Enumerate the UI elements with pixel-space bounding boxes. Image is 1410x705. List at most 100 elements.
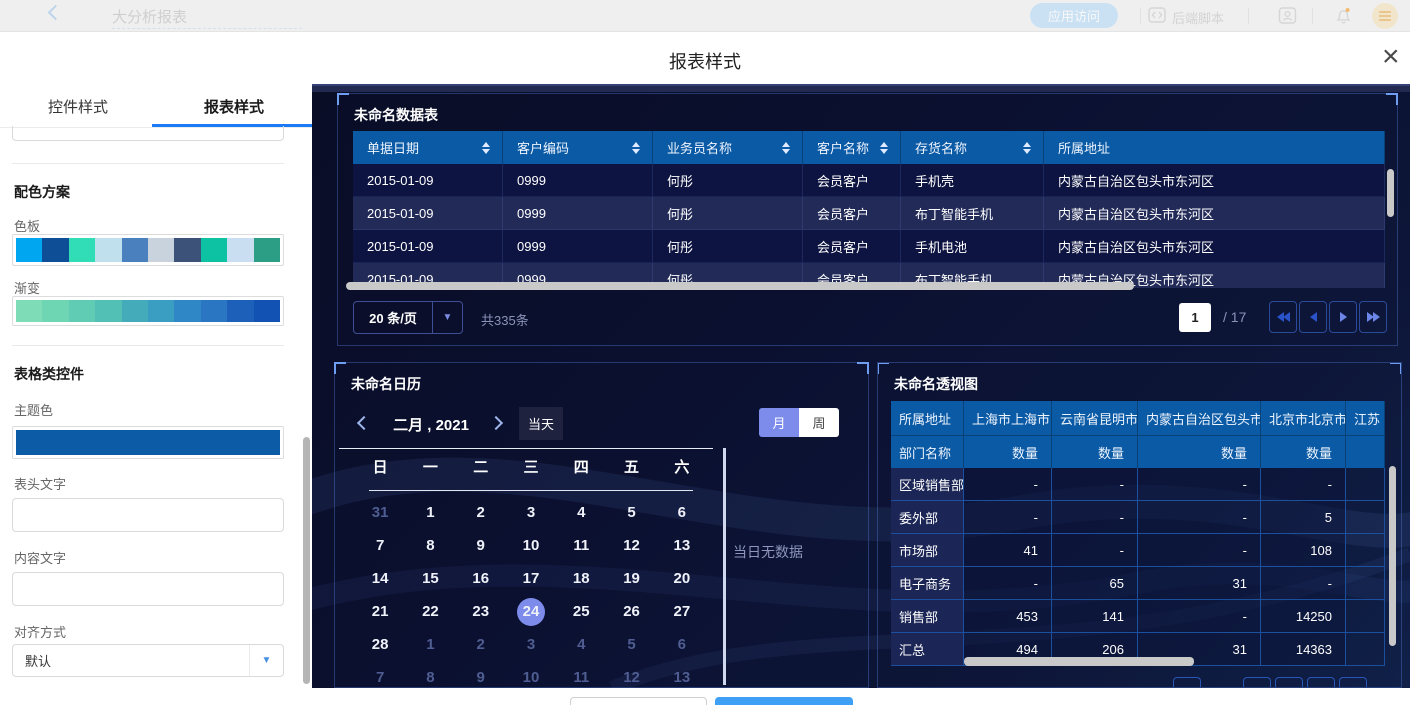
calendar-day[interactable]: 7 — [355, 661, 405, 688]
confirm-button[interactable] — [715, 697, 853, 705]
calendar-day[interactable]: 17 — [506, 562, 556, 595]
back-icon[interactable] — [48, 5, 64, 21]
calendar-day[interactable]: 11 — [556, 661, 606, 688]
avatar[interactable] — [1372, 3, 1398, 29]
backend-script-button[interactable]: 后端脚本 — [1172, 8, 1224, 27]
palette-color[interactable] — [95, 238, 121, 262]
palette-swatches[interactable] — [12, 234, 284, 266]
pivot-row[interactable]: 委外部---5 — [891, 501, 1385, 534]
last-page-button[interactable] — [1359, 301, 1387, 333]
calendar-day-selected[interactable]: 24 — [506, 595, 556, 628]
calendar-day[interactable]: 8 — [405, 529, 455, 562]
pivot-row[interactable]: 销售部453141-14250 — [891, 600, 1385, 633]
close-icon[interactable]: × — [1382, 42, 1400, 72]
calendar-day[interactable]: 8 — [405, 661, 455, 688]
cropped-input[interactable] — [12, 126, 284, 141]
calendar-day[interactable]: 12 — [606, 529, 656, 562]
calendar-day[interactable]: 25 — [556, 595, 606, 628]
palette-color[interactable] — [227, 238, 253, 262]
calendar-day[interactable]: 21 — [355, 595, 405, 628]
column-header[interactable]: 单据日期 — [353, 131, 503, 164]
column-header[interactable]: 客户编码 — [503, 131, 653, 164]
palette-color[interactable] — [42, 238, 68, 262]
calendar-day[interactable]: 1 — [405, 628, 455, 661]
calendar-day[interactable]: 10 — [506, 661, 556, 688]
vertical-scrollbar[interactable] — [1387, 169, 1394, 217]
sort-icon[interactable] — [782, 142, 790, 154]
pivot-row[interactable]: 电子商务-6531- — [891, 567, 1385, 600]
sort-icon[interactable] — [632, 142, 640, 154]
horizontal-scrollbar[interactable] — [346, 282, 1134, 290]
column-header[interactable]: 存货名称 — [901, 131, 1044, 164]
first-page-button[interactable] — [1243, 677, 1271, 688]
calendar-day[interactable]: 9 — [456, 529, 506, 562]
last-page-button[interactable] — [1339, 677, 1367, 688]
prev-page-button[interactable] — [1299, 301, 1327, 333]
calendar-day[interactable]: 26 — [606, 595, 656, 628]
palette-color[interactable] — [201, 238, 227, 262]
app-access-button[interactable]: 应用访问 — [1030, 3, 1118, 28]
calendar-day[interactable]: 4 — [556, 496, 606, 529]
contact-card-icon[interactable] — [1278, 6, 1297, 30]
page-size-select[interactable]: 20 条/页 ▼ — [353, 301, 463, 334]
panel-scrollbar[interactable] — [303, 437, 310, 684]
table-row[interactable]: 2015-01-090999何彤会员客户布丁智能手机内蒙古自治区包头市东河区 — [353, 197, 1385, 230]
column-header[interactable]: 业务员名称 — [653, 131, 803, 164]
palette-color[interactable] — [16, 238, 42, 262]
calendar-day[interactable]: 31 — [355, 496, 405, 529]
tab-report-style[interactable]: 报表样式 — [156, 84, 312, 128]
palette-color[interactable] — [122, 238, 148, 262]
calendar-day[interactable]: 27 — [657, 595, 707, 628]
calendar-day[interactable]: 12 — [606, 661, 656, 688]
prev-month-icon[interactable] — [357, 416, 371, 430]
calendar-day[interactable]: 20 — [657, 562, 707, 595]
table-row[interactable]: 2015-01-090999何彤会员客户手机电池内蒙古自治区包头市东河区 — [353, 230, 1385, 263]
today-button[interactable]: 当天 — [519, 407, 563, 440]
week-mode-button[interactable]: 周 — [799, 408, 839, 437]
calendar-day[interactable]: 28 — [355, 628, 405, 661]
calendar-day[interactable]: 6 — [657, 496, 707, 529]
table-row[interactable]: 2015-01-090999何彤会员客户手机壳内蒙古自治区包头市东河区 — [353, 164, 1385, 197]
content-text-input[interactable] — [12, 572, 284, 606]
calendar-day[interactable]: 7 — [355, 529, 405, 562]
calendar-day[interactable]: 11 — [556, 529, 606, 562]
palette-color[interactable] — [69, 238, 95, 262]
prev-page-button[interactable] — [1275, 677, 1303, 688]
data-table-widget[interactable]: 未命名数据表 单据日期客户编码业务员名称客户名称存货名称所属地址2015-01-… — [337, 93, 1398, 346]
calendar-day[interactable]: 23 — [456, 595, 506, 628]
pivot-row[interactable]: 市场部41--108 — [891, 534, 1385, 567]
sort-icon[interactable] — [1023, 142, 1031, 154]
bell-icon[interactable] — [1334, 6, 1353, 30]
calendar-day[interactable]: 16 — [456, 562, 506, 595]
calendar-day[interactable]: 9 — [456, 661, 506, 688]
next-page-button[interactable] — [1329, 301, 1357, 333]
align-select[interactable]: 默认 ▼ — [12, 644, 284, 677]
palette-color[interactable] — [148, 238, 174, 262]
calendar-day[interactable]: 3 — [506, 496, 556, 529]
horizontal-scrollbar[interactable] — [964, 657, 1194, 666]
sort-icon[interactable] — [482, 142, 490, 154]
calendar-day[interactable]: 15 — [405, 562, 455, 595]
calendar-day[interactable]: 5 — [606, 628, 656, 661]
calendar-widget[interactable]: 未命名日历 二月 , 2021 当天 月 周 日一二三四五六 311234567… — [334, 362, 869, 688]
calendar-day[interactable]: 5 — [606, 496, 656, 529]
tab-control-style[interactable]: 控件样式 — [0, 84, 156, 128]
calendar-day[interactable]: 18 — [556, 562, 606, 595]
column-header[interactable]: 客户名称 — [803, 131, 901, 164]
calendar-day[interactable]: 1 — [405, 496, 455, 529]
palette-color[interactable] — [174, 238, 200, 262]
calendar-day[interactable]: 2 — [456, 496, 506, 529]
cancel-button[interactable] — [570, 697, 707, 705]
calendar-day[interactable]: 22 — [405, 595, 455, 628]
calendar-day[interactable]: 6 — [657, 628, 707, 661]
first-page-button[interactable] — [1269, 301, 1297, 333]
calendar-day[interactable]: 13 — [657, 661, 707, 688]
calendar-day[interactable]: 2 — [456, 628, 506, 661]
pivot-row[interactable]: 区域销售部---- — [891, 468, 1385, 501]
calendar-day[interactable]: 10 — [506, 529, 556, 562]
pivot-widget[interactable]: 未命名透视图 所属地址上海市上海市云南省昆明市内蒙古自治区包头市北京市北京市江苏… — [877, 362, 1402, 688]
vertical-scrollbar[interactable] — [1389, 466, 1396, 646]
page-number-input[interactable] — [1173, 677, 1201, 688]
next-month-icon[interactable] — [489, 416, 503, 430]
theme-color-picker[interactable] — [12, 426, 284, 459]
